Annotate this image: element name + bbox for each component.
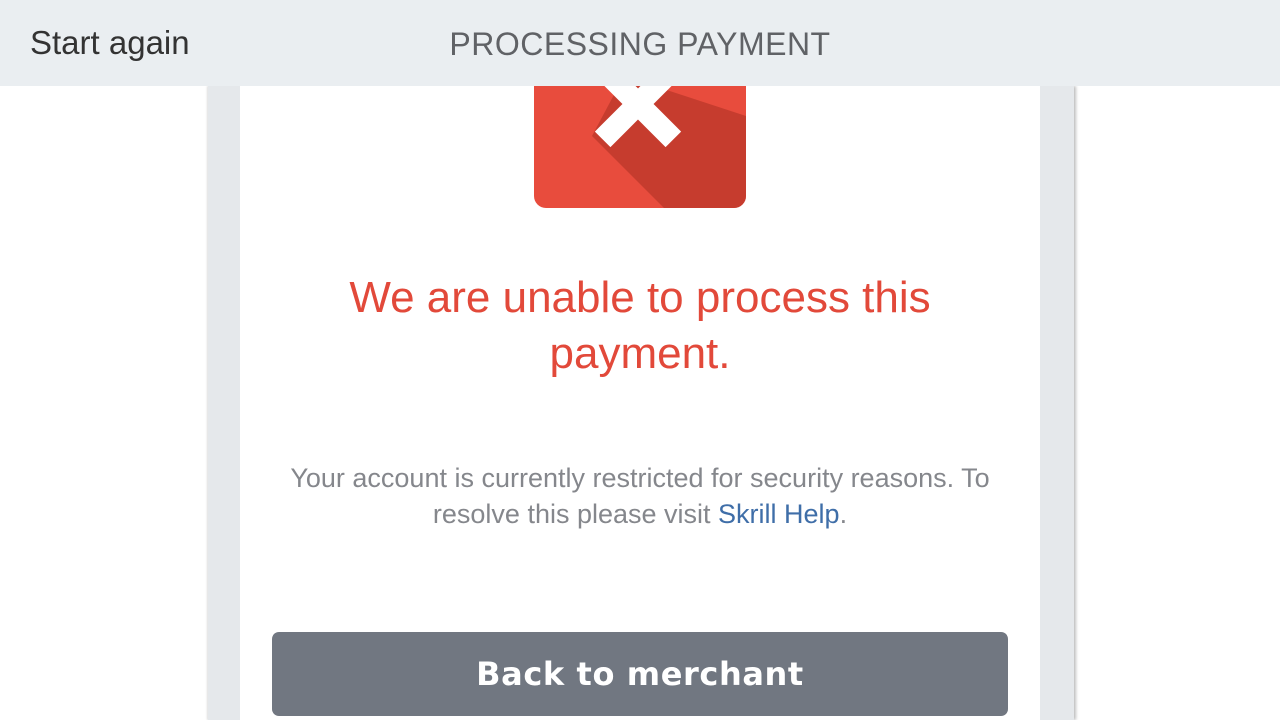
error-x-icon [534,86,746,208]
error-message-end: . [839,499,848,529]
back-to-merchant-button[interactable]: Back to merchant [272,632,1008,716]
error-heading: We are unable to process this payment. [349,273,931,378]
error-message-text: Your account is currently restricted for… [290,463,990,529]
skrill-help-link[interactable]: Skrill Help [718,499,840,529]
page-title: PROCESSING PAYMENT [449,26,831,62]
error-message: Your account is currently restricted for… [240,460,1040,532]
top-bar: Start again PROCESSING PAYMENT [0,0,1280,86]
